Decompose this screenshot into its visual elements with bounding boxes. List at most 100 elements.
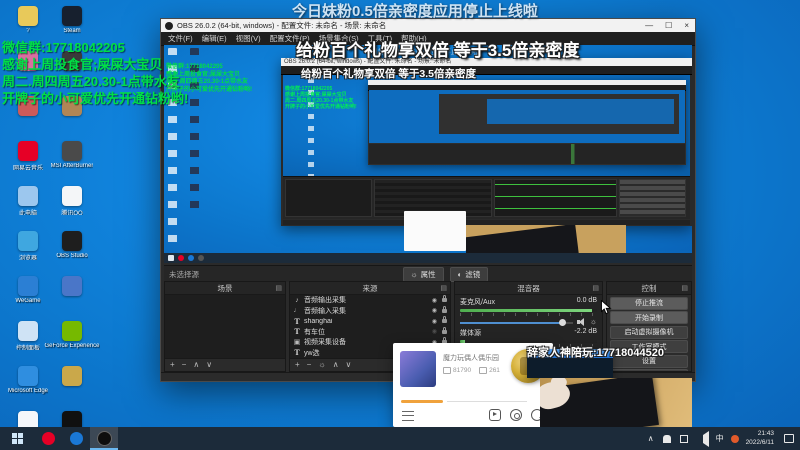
add-source-button[interactable]: +	[295, 360, 300, 370]
channel-name: 麦克风/Aux	[460, 299, 496, 306]
speaker-icon[interactable]	[576, 318, 586, 326]
desktop-icon-game[interactable]	[44, 366, 100, 395]
display-icon[interactable]	[679, 434, 688, 443]
count-icon	[479, 367, 488, 374]
stop-streaming-button[interactable]: 停止推流	[610, 296, 688, 310]
mini-taskbar	[164, 253, 692, 263]
start-button[interactable]	[0, 427, 34, 450]
panel-menu-icon[interactable]: ▤	[275, 284, 282, 292]
overlay-top-line2: 给粉百个礼物享双倍 等于3.5倍亲密度	[296, 41, 580, 60]
icon-label: 浏览器	[18, 256, 37, 260]
start-recording-button[interactable]: 开始录制	[610, 311, 688, 324]
gear-icon[interactable]: ☼	[590, 318, 597, 326]
filters-button[interactable]: ◐ 滤镜	[449, 266, 489, 282]
icon-label: 网易云音乐	[12, 166, 43, 170]
sources-title: 来源	[362, 283, 378, 293]
icon-label: MSI AfterBurner	[50, 163, 94, 169]
scene-up-button[interactable]: ∧	[193, 360, 199, 370]
scenes-panel: 场景 ▤ + − ∧ ∨	[164, 281, 286, 372]
menu-view[interactable]: 视图(V)	[236, 33, 261, 44]
progress-bar	[401, 400, 527, 403]
ime-indicator[interactable]: 中	[716, 434, 724, 444]
maximize-button[interactable]: ☐	[665, 21, 672, 30]
minimize-button[interactable]: —	[645, 21, 653, 30]
edge-icon	[18, 366, 38, 386]
window-title: OBS 26.0.2 (64-bit, windows) - 配置文件: 未命名…	[177, 21, 387, 30]
nested-obs-window: OBS 26.0.2 (64-bit, windows) - 配置文件: 未命名…	[281, 58, 692, 226]
desktop-icon-afterburner[interactable]: MSI AfterBurner	[44, 141, 100, 170]
source-up-button[interactable]: ∧	[333, 360, 339, 370]
exit-button[interactable]: 退出	[610, 369, 688, 371]
mixer-channel: 麦克风/Aux 0.0 dB ☼	[455, 295, 602, 326]
icon-label: 控制面板	[15, 346, 40, 350]
lock-icon[interactable]	[442, 316, 447, 324]
text-source-icon: T	[294, 348, 300, 358]
taskbar-obs-button[interactable]	[90, 427, 118, 450]
obs-logo-icon	[165, 21, 173, 30]
source-row[interactable]: ♪ 音频输出采集 ◉	[290, 295, 450, 306]
source-toolbar: 未选择源 ☼ 属性 ◐ 滤镜	[164, 265, 692, 282]
text-source-icon: T	[294, 316, 300, 326]
taskbar: ∧ 中 21:43 2022/6/11	[0, 427, 800, 450]
start-virtual-camera-button[interactable]: 启动虚拟摄像机	[610, 325, 688, 339]
netease-music-icon	[41, 432, 55, 445]
panel-menu-icon[interactable]: ▤	[440, 284, 447, 292]
desktop-icon-steam[interactable]: Steam	[44, 6, 100, 35]
nested-panels	[283, 176, 690, 219]
desktop-icon[interactable]	[44, 276, 100, 305]
notification-icon[interactable]	[784, 434, 794, 443]
source-down-button[interactable]: ∨	[346, 360, 352, 370]
security-app-icon[interactable]	[730, 434, 739, 443]
properties-button[interactable]: ☼ 属性	[402, 266, 444, 282]
visibility-eye-icon[interactable]: ◉	[432, 318, 437, 325]
add-scene-button[interactable]: +	[170, 360, 175, 370]
obs-icon	[62, 231, 82, 251]
gear-icon: ☼	[410, 269, 418, 279]
taskbar-app-button[interactable]	[62, 427, 90, 450]
record-icon[interactable]	[510, 409, 522, 421]
desktop-icon-qq[interactable]: 腾讯QQ	[44, 186, 100, 215]
obs-preview[interactable]: 微信群:17718042205 感谢上周投食官;屎屎大宝贝 周二.周四周五20.…	[164, 45, 692, 263]
scene-down-button[interactable]: ∨	[206, 360, 212, 370]
tray-chevron-up-icon[interactable]: ∧	[648, 434, 654, 444]
views-icon	[443, 367, 451, 374]
desktop-icon-geforce[interactable]: GeForce Experience	[44, 321, 100, 350]
no-source-label: 未选择源	[169, 269, 199, 279]
source-row[interactable]: Tshanghai ◉	[290, 316, 450, 327]
video-icon[interactable]	[489, 409, 501, 421]
obs-icon	[96, 431, 112, 446]
lock-icon[interactable]	[442, 326, 447, 334]
lock-icon[interactable]	[442, 295, 447, 303]
lock-icon[interactable]	[442, 305, 447, 313]
scenes-list[interactable]	[165, 295, 285, 358]
desktop-icon-obs[interactable]: OBS Studio	[44, 231, 100, 260]
game-icon	[62, 366, 82, 386]
panel-menu-icon[interactable]: ▤	[592, 284, 599, 292]
mini-music-card	[404, 211, 466, 251]
microphone-icon[interactable]	[662, 434, 671, 443]
mini-top-overlay-2: 给粉百个礼物享双倍 等于3.5倍亲密度	[301, 68, 477, 80]
source-row[interactable]: ♩ 音频输入采集 ◉	[290, 305, 450, 317]
volume-slider[interactable]	[460, 319, 573, 326]
panel-menu-icon[interactable]: ▤	[681, 284, 688, 292]
source-properties-button[interactable]: ☼	[318, 360, 325, 370]
filter-icon: ◐	[457, 269, 463, 279]
visibility-eye-icon[interactable]: ◉	[432, 297, 437, 304]
webcam-window[interactable]	[540, 378, 692, 427]
source-row[interactable]: T 有车位 ◉	[290, 326, 450, 338]
mixer-title: 混音器	[517, 283, 540, 293]
close-button[interactable]: ×	[684, 21, 689, 30]
taskbar-clock[interactable]: 21:43 2022/6/11	[746, 430, 774, 447]
menu-icon[interactable]	[402, 411, 414, 421]
visibility-eye-icon[interactable]: ◉	[432, 328, 437, 335]
menu-edit[interactable]: 编辑(E)	[202, 33, 227, 44]
icon-label: 腾讯QQ	[61, 211, 83, 215]
visibility-eye-icon[interactable]: ◉	[432, 307, 437, 314]
icon-label: GeForce Experience	[44, 343, 100, 349]
taskbar-netease-button[interactable]	[34, 427, 62, 450]
mouse-cursor	[601, 299, 612, 320]
remove-scene-button[interactable]: −	[182, 360, 187, 370]
volume-meter	[460, 309, 597, 312]
remove-source-button[interactable]: −	[307, 360, 312, 370]
speaker-icon[interactable]	[695, 430, 709, 447]
